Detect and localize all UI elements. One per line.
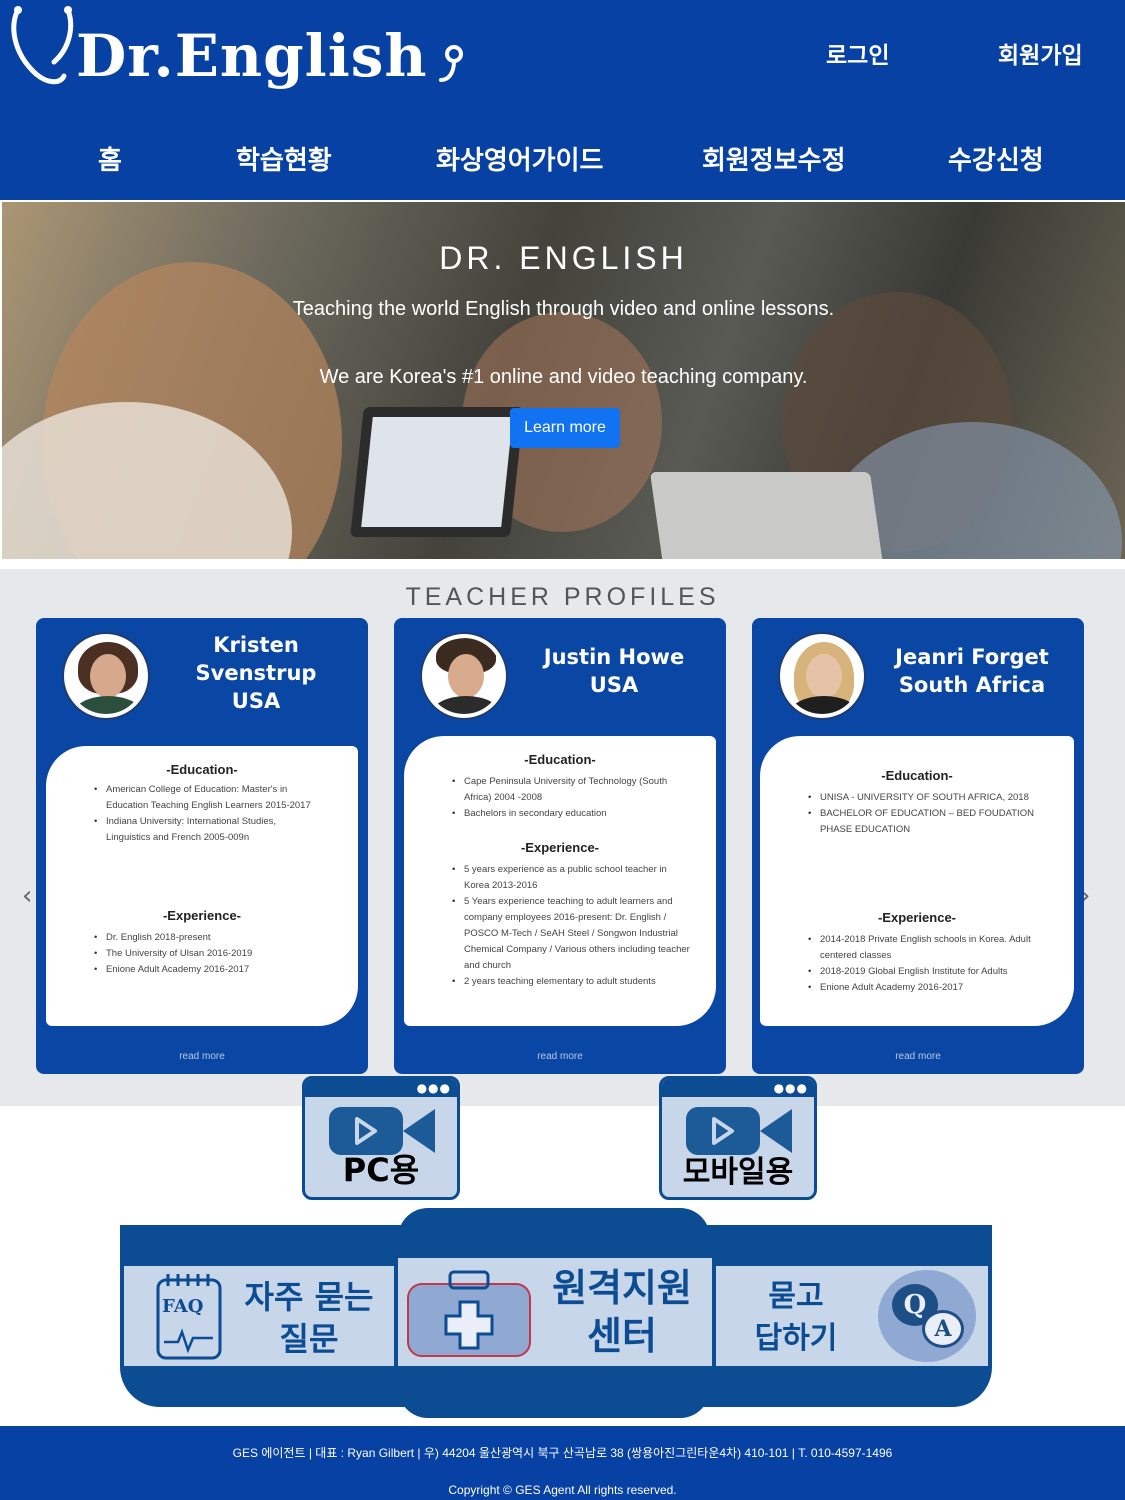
list-item: 2 years teaching elementary to adult stu… [450,974,690,990]
learn-more-button[interactable]: Learn more [510,408,620,448]
list-item: Indiana University: International Studie… [92,814,322,846]
experience-list: 2014-2018 Private English schools in Kor… [806,932,1051,996]
list-item: 2018-2019 Global English Institute for A… [806,964,1051,980]
window-dots-icon: ●●● [773,1081,808,1095]
teacher-name: Jeanri Forget South Africa [895,645,1049,697]
stethoscope-icon [11,6,74,85]
qa-label: 묻고 답하기 [754,1279,838,1356]
experience-heading: -Experience- [162,908,242,923]
pc-video-button[interactable]: ●●● PC용 [302,1076,460,1200]
teacher-name: Justin Howe USA [543,645,685,697]
avatar [64,634,148,718]
teacher-card: Justin Howe USA -Education- Cape Peninsu… [394,618,726,1074]
answer-bubble-icon: A [922,1310,964,1348]
signup-link[interactable]: 회원가입 [998,36,1083,70]
mobile-video-button[interactable]: ●●● 모바일용 [659,1076,817,1200]
experience-heading: -Experience- [877,910,957,925]
faq-label: 자주 묻는 질문 [244,1278,374,1358]
hero-banner: DR. ENGLISH Teaching the world English t… [2,202,1125,559]
avatar [780,634,864,718]
stethoscope-chest-piece-icon [439,45,463,82]
chevron-left-icon[interactable]: ‹ [22,881,32,911]
hero-subtagline: We are Korea's #1 online and video teach… [319,366,808,388]
qa-tile[interactable]: 묻고 답하기 Q A [716,1266,988,1366]
list-item: American College of Education: Master's … [92,782,322,814]
read-more-link[interactable]: read more [36,1051,368,1062]
list-item: Bachelors in secondary education [450,806,690,822]
nav-home[interactable]: 홈 [98,140,122,177]
teacher-details: -Education- UNISA - UNIVERSITY OF SOUTH … [760,736,1074,1026]
education-list: Cape Peninsula University of Technology … [450,774,690,822]
site-footer: GES 에이전트 | 대표 : Ryan Gilbert | 우) 44204 … [0,1426,1125,1500]
education-heading: -Education- [166,762,238,777]
nav-course-registration[interactable]: 수강신청 [948,140,1044,177]
list-item: The University of Ulsan 2016-2019 [92,946,322,962]
hero-photo-laptop-screen [361,417,513,527]
hero-title: DR. ENGLISH [439,240,688,276]
first-aid-kit-icon [407,1270,531,1357]
logo-text: Dr.English [76,22,428,90]
faq-tile[interactable]: FAQ 자주 묻는 질문 [124,1266,394,1366]
list-item: 5 Years experience teaching to adult lea… [450,894,690,974]
teacher-details: -Education- American College of Educatio… [46,746,358,1026]
education-list: American College of Education: Master's … [92,782,322,846]
experience-list: 5 years experience as a public school te… [450,862,690,990]
faq-badge: FAQ [162,1296,204,1317]
list-item: Dr. English 2018-present [92,930,322,946]
remote-support-label: 원격지원 센터 [552,1266,692,1358]
experience-heading: -Experience- [520,840,600,855]
teacher-name: Kristen Svenstrup USA [195,633,317,713]
list-item: 5 years experience as a public school te… [450,862,690,894]
teacher-card: Jeanri Forget South Africa -Education- U… [752,618,1084,1074]
teacher-card: Kristen Svenstrup USA -Education- Americ… [36,618,368,1074]
copyright: Copyright © GES Agent All rights reserve… [448,1483,677,1497]
window-dots-icon: ●●● [416,1081,451,1095]
hero-tagline: Teaching the world English through video… [292,298,835,320]
teacher-profiles-section: TEACHER PROFILES ‹ › Kristen Svenstrup U… [0,569,1125,1106]
list-item: Enione Adult Academy 2016-2017 [92,962,322,978]
education-list: UNISA - UNIVERSITY OF SOUTH AFRICA, 2018… [806,790,1051,838]
list-item: BACHELOR OF EDUCATION – BED FOUDATION PH… [806,806,1051,838]
section-title: TEACHER PROFILES [405,583,720,611]
remote-support-tile[interactable]: 원격지원 센터 [398,1258,712,1366]
nav-video-english-guide[interactable]: 화상영어가이드 [436,140,603,177]
nav-edit-member-info[interactable]: 회원정보수정 [702,140,846,177]
company-info: GES 에이전트 | 대표 : Ryan Gilbert | 우) 44204 … [232,1446,893,1460]
education-heading: -Education- [524,752,596,767]
qa-icon: Q A [878,1270,976,1362]
login-link[interactable]: 로그인 [826,36,889,70]
list-item: UNISA - UNIVERSITY OF SOUTH AFRICA, 2018 [806,790,1051,806]
logo[interactable]: Dr.English [8,4,468,96]
read-more-link[interactable]: read more [394,1051,726,1062]
list-item: Enione Adult Academy 2016-2017 [806,980,1051,996]
mobile-label: 모바일용 [682,1155,794,1190]
list-item: Cape Peninsula University of Technology … [450,774,690,806]
education-heading: -Education- [881,768,953,783]
experience-list: Dr. English 2018-present The University … [92,930,322,978]
read-more-link[interactable]: read more [752,1051,1084,1062]
hero-photo-laptop-right [649,472,885,559]
list-item: 2014-2018 Private English schools in Kor… [806,932,1051,964]
site-header: Dr.English 로그인 회원가입 홈 학습현황 화상영어가이드 회원정보수… [0,0,1125,200]
pc-label: PC용 [342,1151,420,1189]
teacher-details: -Education- Cape Peninsula University of… [404,736,716,1026]
avatar [422,634,506,718]
nav-learning-status[interactable]: 학습현황 [236,140,332,177]
